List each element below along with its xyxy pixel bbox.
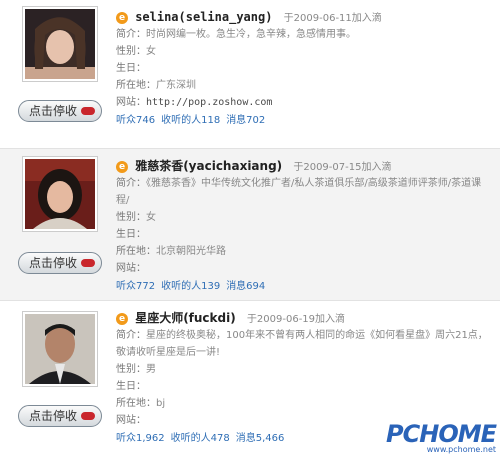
e-badge-icon: e: [116, 313, 128, 325]
listening-count[interactable]: 收听的人139: [161, 281, 220, 292]
avatar-photo: [25, 159, 95, 229]
website-row: 网站：: [116, 263, 146, 274]
messages-count[interactable]: 消息5,466: [236, 433, 285, 444]
user-card: 点击停收 e selina(selina_yang) 于2009-06-11加入…: [0, 0, 500, 148]
e-badge-icon: e: [116, 161, 128, 173]
birthday-row: 生日：: [116, 381, 146, 392]
arrow-icon: [81, 412, 95, 420]
avatar[interactable]: [22, 6, 98, 82]
website-link[interactable]: http://pop.zoshow.com: [146, 97, 272, 108]
avatar[interactable]: [22, 311, 98, 387]
arrow-icon: [81, 107, 95, 115]
stats-row: 听众772 收听的人139 消息694: [116, 278, 490, 295]
listening-count[interactable]: 收听的人478: [171, 433, 230, 444]
unfollow-button[interactable]: 点击停收: [18, 100, 102, 122]
arrow-icon: [81, 259, 95, 267]
user-info: e selina(selina_yang) 于2009-06-11加入滴 简介：…: [116, 8, 490, 129]
listeners-count[interactable]: 听众772: [116, 281, 155, 292]
location-row: 所在地：北京朝阳光华路: [116, 246, 226, 257]
stats-row: 听众746 收听的人118 消息702: [116, 112, 490, 129]
join-date: 于2009-06-11加入滴: [283, 13, 382, 24]
avatar-photo: [25, 314, 95, 384]
bio-row: 简介：时尚网编一枚。急生冷，急辛辣，急感情用事。: [116, 29, 356, 40]
avatar-photo: [25, 9, 95, 79]
unfollow-button[interactable]: 点击停收: [18, 405, 102, 427]
unfollow-button[interactable]: 点击停收: [18, 252, 102, 274]
user-name[interactable]: selina(selina_yang): [135, 10, 272, 24]
bio-row: 简介：星座的终极奥秘，100年来不曾有两人相同的命运《如何看星盘》周六21点，敬…: [116, 330, 488, 358]
gender-row: 性别：女: [116, 212, 156, 223]
gender-row: 性别：男: [116, 364, 156, 375]
join-date: 于2009-07-15加入滴: [293, 162, 392, 173]
location-row: 所在地：bj: [116, 398, 166, 409]
e-badge-icon: e: [116, 12, 128, 24]
join-date: 于2009-06-19加入滴: [246, 314, 346, 325]
location-row: 所在地：广东深圳: [116, 80, 196, 91]
pchome-watermark: PCHOME www.pchome.net: [386, 420, 497, 454]
avatar[interactable]: [22, 156, 98, 232]
user-card: 点击停收 e 雅慈茶香(yacichaxiang) 于2009-07-15加入滴…: [0, 148, 500, 301]
birthday-row: 生日：: [116, 229, 146, 240]
listeners-count[interactable]: 听众746: [116, 115, 155, 126]
bio-row: 简介：《雅慈茶香》中华传统文化推广者/私人茶道俱乐部/高级茶道师评茶师/茶道课程…: [116, 178, 482, 206]
user-info: e 雅慈茶香(yacichaxiang) 于2009-07-15加入滴 简介：《…: [116, 157, 490, 295]
watermark-logo: PCHOME: [386, 420, 497, 448]
birthday-row: 生日：: [116, 63, 146, 74]
messages-count[interactable]: 消息694: [226, 281, 265, 292]
gender-row: 性别：女: [116, 46, 156, 57]
messages-count[interactable]: 消息702: [226, 115, 265, 126]
website-row: 网站：http://pop.zoshow.com: [116, 97, 273, 108]
user-name[interactable]: 雅慈茶香(yacichaxiang): [135, 159, 282, 173]
listening-count[interactable]: 收听的人118: [161, 115, 220, 126]
listeners-count[interactable]: 听众1,962: [116, 433, 165, 444]
user-name[interactable]: 星座大师(fuckdi): [135, 311, 236, 325]
